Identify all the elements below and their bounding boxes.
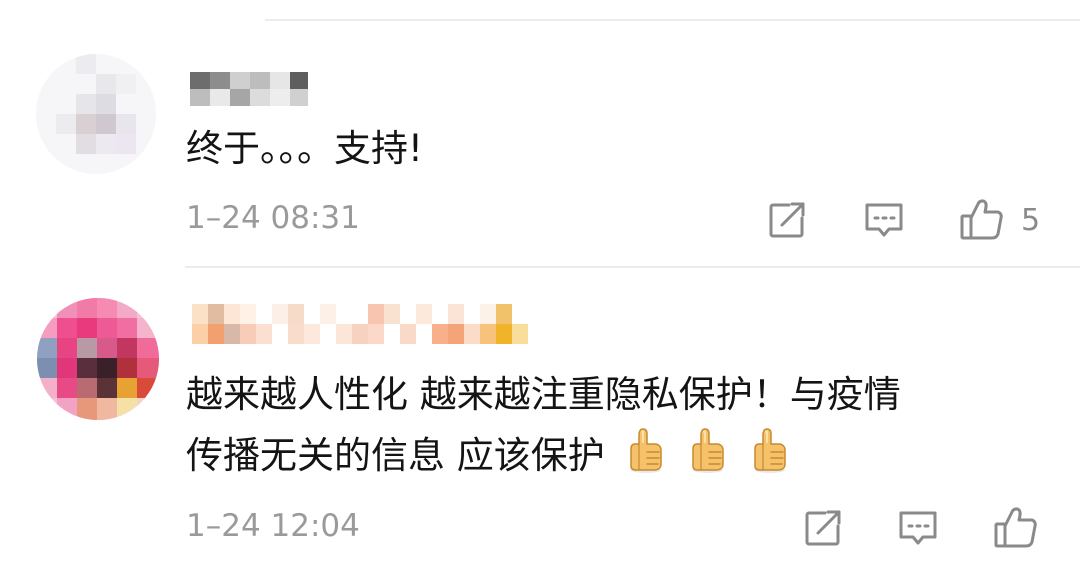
like-button[interactable] bbox=[991, 502, 1041, 552]
avatar[interactable] bbox=[37, 298, 159, 420]
share-button[interactable] bbox=[800, 505, 846, 551]
share-button[interactable] bbox=[764, 197, 810, 243]
username[interactable] bbox=[190, 72, 310, 106]
like-button[interactable] bbox=[957, 194, 1007, 244]
reply-button[interactable] bbox=[861, 197, 907, 243]
comment-item: 越来越人性化 越来越注重隐私保护！与疫情 传播无关的信息 应该保护 1–24 1… bbox=[0, 268, 1080, 561]
thumbs-up-outline-icon bbox=[960, 199, 1003, 240]
reply-button[interactable] bbox=[895, 505, 941, 551]
thumbs-up-emoji bbox=[689, 426, 727, 491]
comment-text: 终于。。。支持! bbox=[186, 127, 423, 170]
avatar[interactable] bbox=[36, 54, 156, 174]
comment-text-line-1: 越来越人性化 越来越注重隐私保护！与疫情 bbox=[186, 373, 901, 416]
share-square-arrow-icon bbox=[805, 510, 841, 546]
username[interactable] bbox=[192, 304, 542, 344]
comment-text-line-2: 传播无关的信息 应该保护 bbox=[186, 426, 789, 491]
share-square-arrow-icon bbox=[769, 202, 805, 238]
thumbs-up-emoji bbox=[627, 426, 665, 491]
comment-time: 1–24 08:31 bbox=[186, 200, 360, 236]
like-count: 5 bbox=[1021, 203, 1041, 238]
comment-bubble-icon bbox=[865, 203, 903, 237]
emoji-row bbox=[605, 428, 789, 477]
thumbs-up-outline-icon bbox=[994, 507, 1037, 548]
comment-time: 1–24 12:04 bbox=[186, 508, 360, 544]
comment-bubble-icon bbox=[899, 511, 937, 545]
thumbs-up-emoji bbox=[751, 426, 789, 491]
comment-item: 终于。。。支持! 1–24 08:31 5 bbox=[0, 0, 1080, 266]
comment-text-line-2-text: 传播无关的信息 应该保护 bbox=[186, 434, 605, 477]
